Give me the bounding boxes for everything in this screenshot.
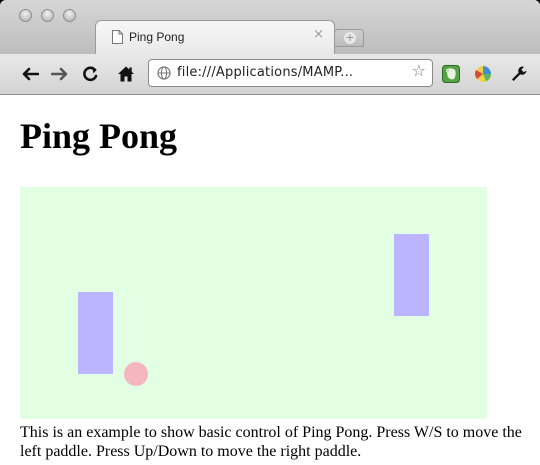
tab-close-button[interactable]: × xyxy=(313,28,324,41)
browser-window: Ping Pong × + file:///Applications/MAMP.… xyxy=(0,0,540,465)
home-icon xyxy=(118,66,134,82)
plus-icon: + xyxy=(344,31,356,44)
minimize-window-button[interactable] xyxy=(41,9,54,22)
evernote-icon[interactable] xyxy=(442,65,460,83)
reload-button[interactable] xyxy=(80,64,100,84)
reload-icon xyxy=(83,66,98,82)
back-arrow-icon xyxy=(22,67,39,81)
game-description: This is an example to show basic control… xyxy=(20,424,522,460)
extension-icon[interactable] xyxy=(474,65,492,83)
page-title: Ping Pong xyxy=(20,116,178,156)
tab-ping-pong[interactable]: Ping Pong × xyxy=(95,20,335,54)
page-content: Ping Pong This is an example to show bas… xyxy=(0,95,540,465)
back-button[interactable] xyxy=(20,64,40,84)
bookmark-star-icon[interactable]: ☆ xyxy=(412,63,426,79)
zoom-window-button[interactable] xyxy=(63,9,76,22)
home-button[interactable] xyxy=(116,64,136,84)
tab-title: Ping Pong xyxy=(129,30,185,44)
wrench-icon[interactable] xyxy=(510,65,528,83)
right-paddle xyxy=(394,234,429,316)
forward-arrow-icon xyxy=(51,67,68,81)
game-canvas[interactable] xyxy=(20,187,487,419)
address-bar[interactable]: file:///Applications/MAMP... ☆ xyxy=(148,59,433,87)
page-icon xyxy=(112,30,123,44)
address-url[interactable]: file:///Applications/MAMP... xyxy=(177,65,353,80)
forward-button[interactable] xyxy=(50,64,70,84)
close-window-button[interactable] xyxy=(19,9,32,22)
new-tab-button[interactable]: + xyxy=(334,29,364,47)
browser-toolbar: file:///Applications/MAMP... ☆ xyxy=(0,54,540,95)
globe-icon xyxy=(157,66,171,80)
left-paddle xyxy=(78,292,113,374)
tab-strip: Ping Pong × + xyxy=(0,0,540,55)
ball xyxy=(124,362,148,386)
